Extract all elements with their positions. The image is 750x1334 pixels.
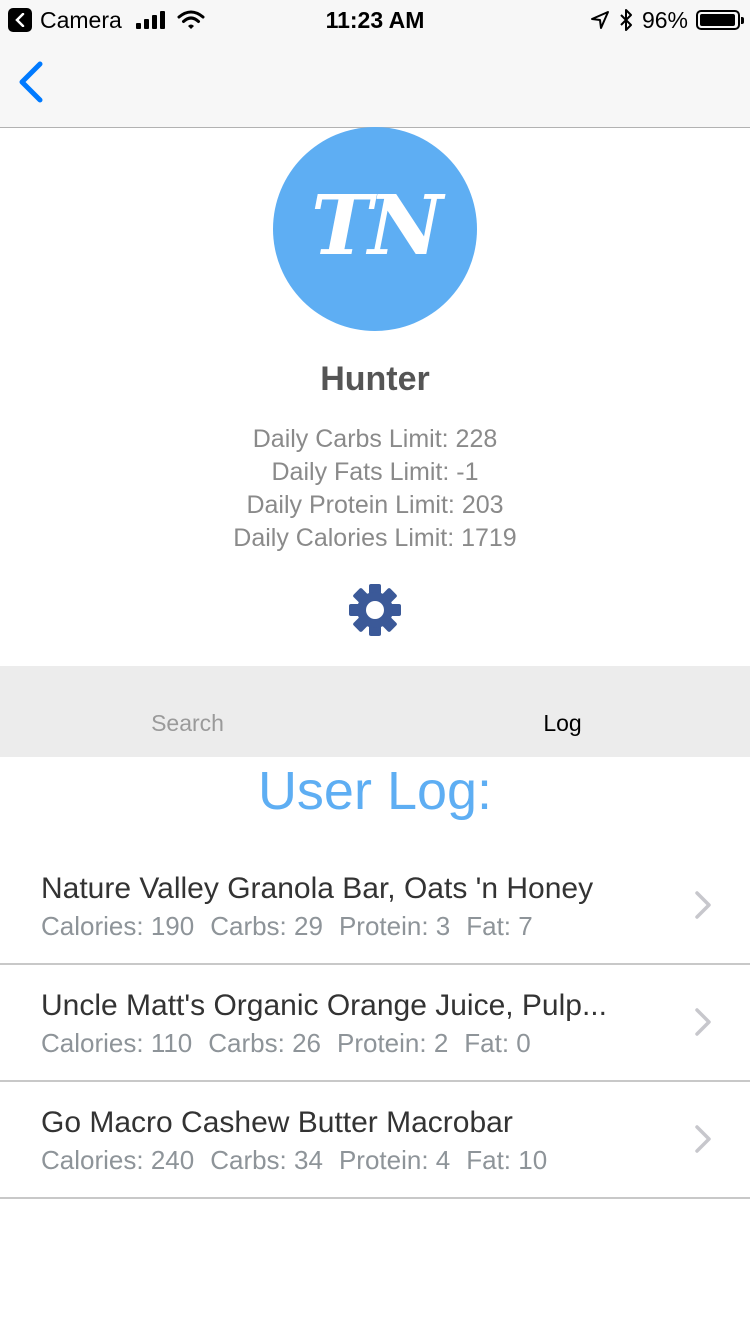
battery-level [700,14,735,26]
location-arrow-icon [590,11,609,29]
tab-log[interactable]: Log [375,710,750,737]
item-calories: Calories: 110 [41,1028,193,1058]
profile-name: Hunter [320,360,430,398]
list-item[interactable]: Go Macro Cashew Butter Macrobar Calories… [0,1082,750,1199]
item-macros: Calories: 190 Carbs: 29 Protein: 3 Fat: 7 [41,911,549,942]
item-macros: Calories: 110 Carbs: 26 Protein: 2 Fat: 0 [41,1028,547,1059]
item-fat: Fat: 0 [464,1028,531,1058]
settings-button[interactable] [348,583,402,637]
log-list: Nature Valley Granola Bar, Oats 'n Honey… [0,848,750,1199]
fats-limit: Daily Fats Limit: -1 [271,458,479,486]
page-title: User Log: [257,761,493,821]
tab-bar: Search Log [0,666,750,757]
battery-icon [696,10,744,30]
calories-limit: Daily Calories Limit: 1719 [233,524,517,552]
chevron-right-icon [695,891,711,919]
item-calories: Calories: 190 [41,911,195,941]
item-protein: Protein: 4 [338,1145,451,1175]
chevron-right-icon [695,1125,711,1153]
item-fat: Fat: 7 [466,911,533,941]
gear-icon [349,584,401,636]
chevron-left-icon [19,61,43,103]
item-protein: Protein: 2 [337,1028,449,1058]
list-item[interactable]: Uncle Matt's Organic Orange Juice, Pulp.… [0,965,750,1082]
battery-percent: 96% [641,6,688,33]
avatar-initials: TN [311,178,443,274]
protein-limit: Daily Protein Limit: 203 [246,491,504,519]
item-macros: Calories: 240 Carbs: 34 Protein: 4 Fat: 10 [41,1145,563,1176]
navigation-bar [0,40,750,128]
status-bar: Camera 11:23 AM 96% [0,0,750,40]
item-protein: Protein: 3 [338,911,451,941]
avatar: TN [273,127,477,331]
item-carbs: Carbs: 29 [210,911,323,941]
chevron-right-icon [695,1008,711,1036]
item-name: Go Macro Cashew Butter Macrobar [41,1106,513,1139]
back-button[interactable] [14,58,54,108]
item-carbs: Carbs: 26 [208,1028,321,1058]
item-carbs: Carbs: 34 [210,1145,323,1175]
item-fat: Fat: 10 [466,1145,548,1175]
status-right: 96% [590,6,744,33]
item-calories: Calories: 240 [41,1145,195,1175]
bluetooth-icon [620,9,632,31]
carbs-limit: Daily Carbs Limit: 228 [252,425,498,453]
tab-search[interactable]: Search [0,710,375,737]
list-item[interactable]: Nature Valley Granola Bar, Oats 'n Honey… [0,848,750,965]
daily-limits: Daily Carbs Limit: 228 Daily Fats Limit:… [0,423,750,555]
item-name: Uncle Matt's Organic Orange Juice, Pulp.… [41,989,607,1022]
item-name: Nature Valley Granola Bar, Oats 'n Honey [41,872,594,905]
